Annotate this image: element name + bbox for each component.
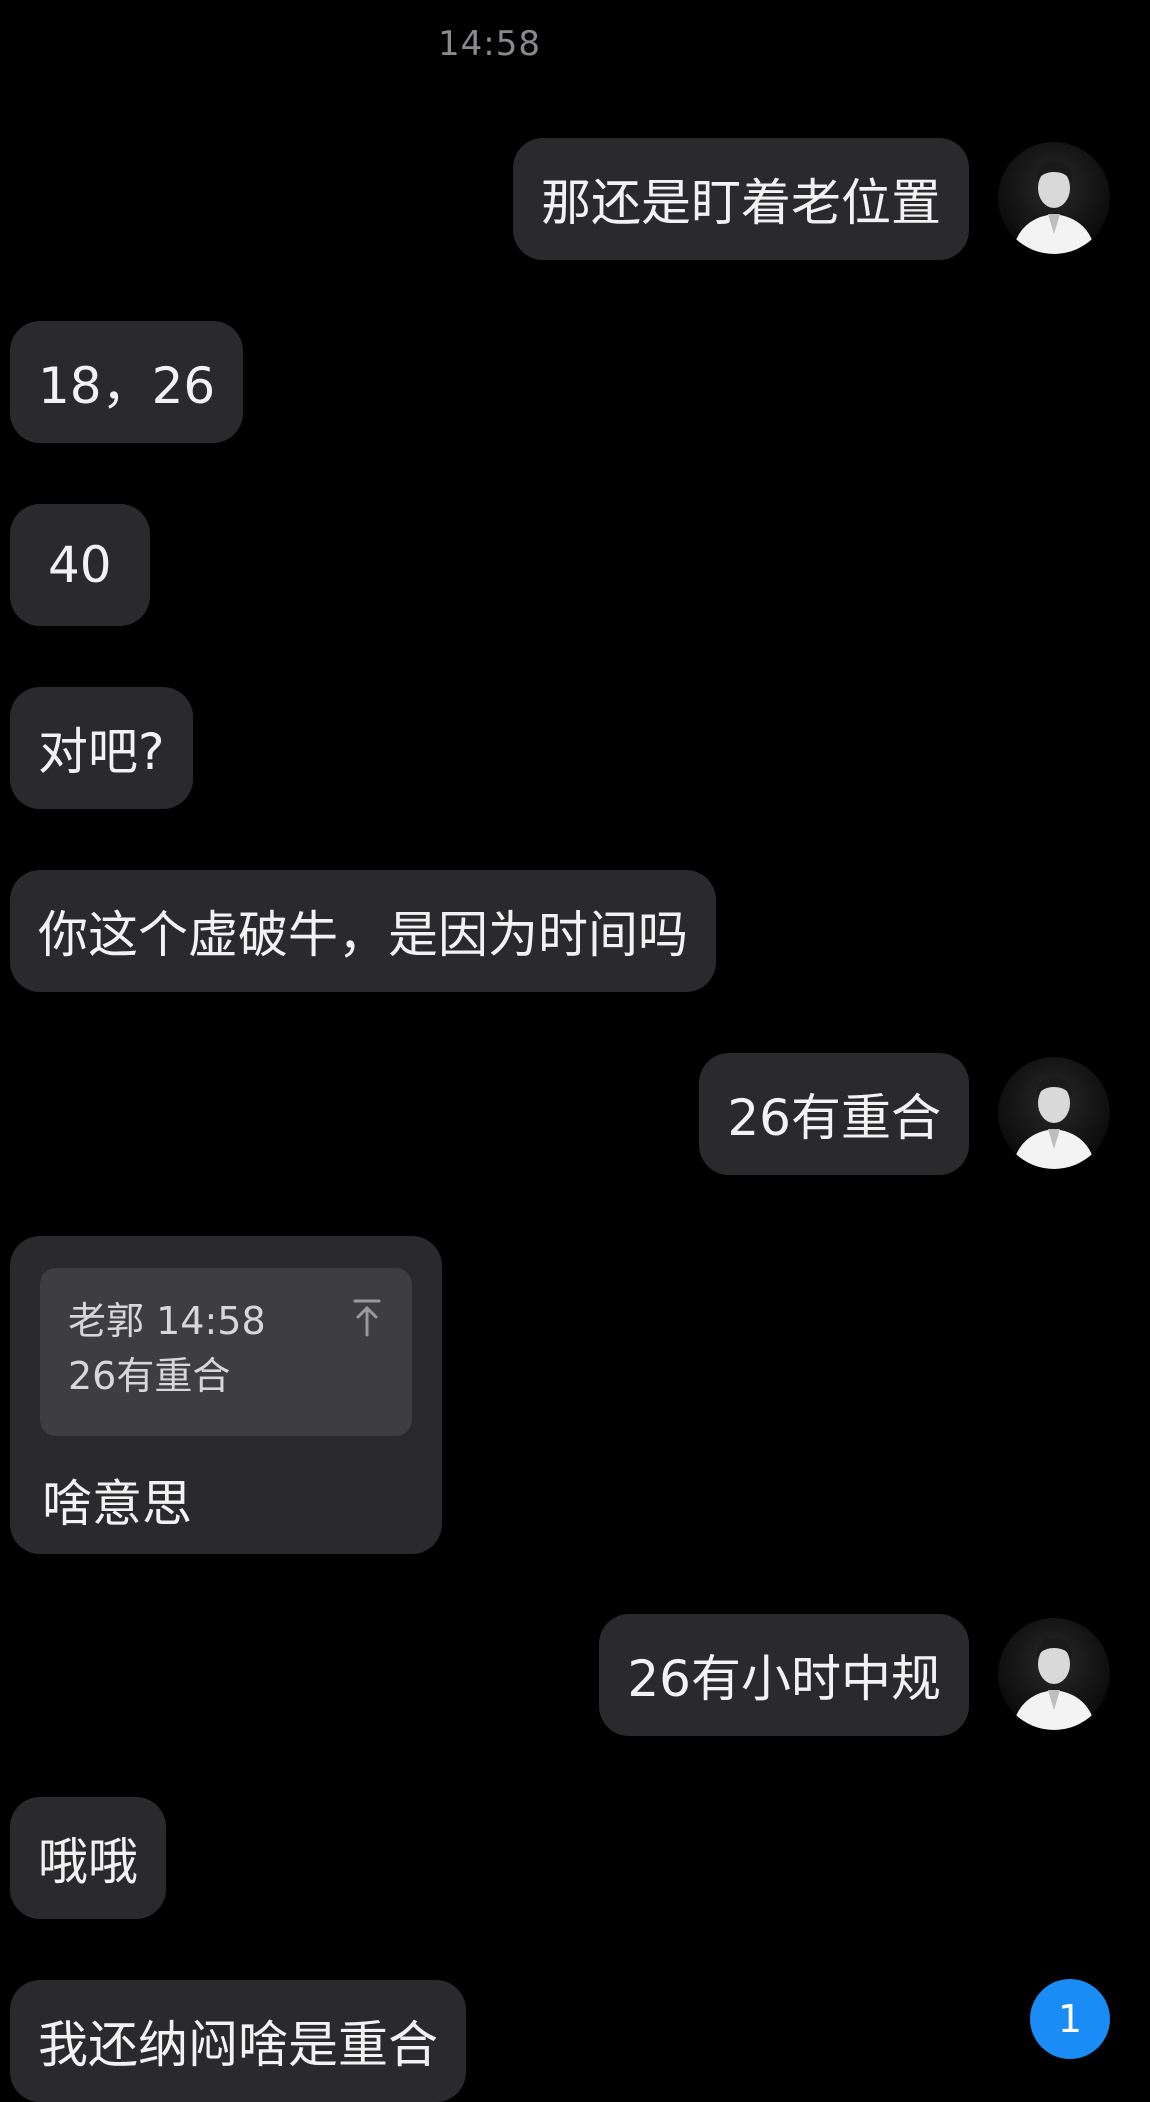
- message-bubble-incoming[interactable]: 你这个虚破牛，是因为时间吗: [10, 870, 716, 992]
- avatar[interactable]: [998, 142, 1110, 254]
- message-text: 对吧?: [38, 723, 165, 781]
- message-text: 你这个虚破牛，是因为时间吗: [38, 906, 688, 964]
- avatar[interactable]: [998, 1057, 1110, 1169]
- message-bubble-outgoing[interactable]: 26有重合: [699, 1053, 969, 1175]
- avatar-photo: [1012, 161, 1096, 254]
- message-bubble-incoming[interactable]: 40: [10, 504, 150, 626]
- message-bubble-incoming[interactable]: 18，26: [10, 321, 244, 443]
- message-text: 26有小时中规: [627, 1650, 941, 1708]
- quote-header: 老郭 14:58: [68, 1294, 384, 1348]
- avatar-photo: [1012, 1076, 1096, 1169]
- message-bubble-incoming[interactable]: 对吧?: [10, 687, 193, 809]
- chat-timestamp: 14:58: [438, 24, 541, 64]
- message-bubble-incoming[interactable]: 哦哦: [10, 1797, 166, 1919]
- message-text: 40: [48, 536, 112, 594]
- quoted-message[interactable]: 老郭 14:58 26有重合: [40, 1268, 412, 1436]
- message-text: 那还是盯着老位置: [541, 174, 941, 232]
- jump-to-top-arrow-icon[interactable]: [352, 1298, 382, 1338]
- unread-count: 1: [1057, 1997, 1083, 2041]
- message-text: 18，26: [38, 357, 216, 415]
- quote-time: 14:58: [156, 1299, 266, 1343]
- message-bubble-incoming[interactable]: 我还纳闷啥是重合: [10, 1980, 466, 2102]
- message-text: 啥意思: [42, 1475, 192, 1533]
- avatar[interactable]: [998, 1618, 1110, 1730]
- message-text: 我还纳闷啥是重合: [38, 2016, 438, 2074]
- unread-count-badge[interactable]: 1: [1030, 1979, 1110, 2059]
- quote-sender: 老郭: [68, 1299, 145, 1343]
- quote-text: 26有重合: [68, 1354, 231, 1398]
- message-bubble-reply[interactable]: 老郭 14:58 26有重合 啥意思: [10, 1236, 442, 1554]
- message-bubble-outgoing[interactable]: 26有小时中规: [599, 1614, 969, 1736]
- message-text: 哦哦: [38, 1833, 138, 1891]
- message-text: 26有重合: [727, 1089, 941, 1147]
- message-bubble-outgoing[interactable]: 那还是盯着老位置: [513, 138, 969, 260]
- avatar-photo: [1012, 1637, 1096, 1730]
